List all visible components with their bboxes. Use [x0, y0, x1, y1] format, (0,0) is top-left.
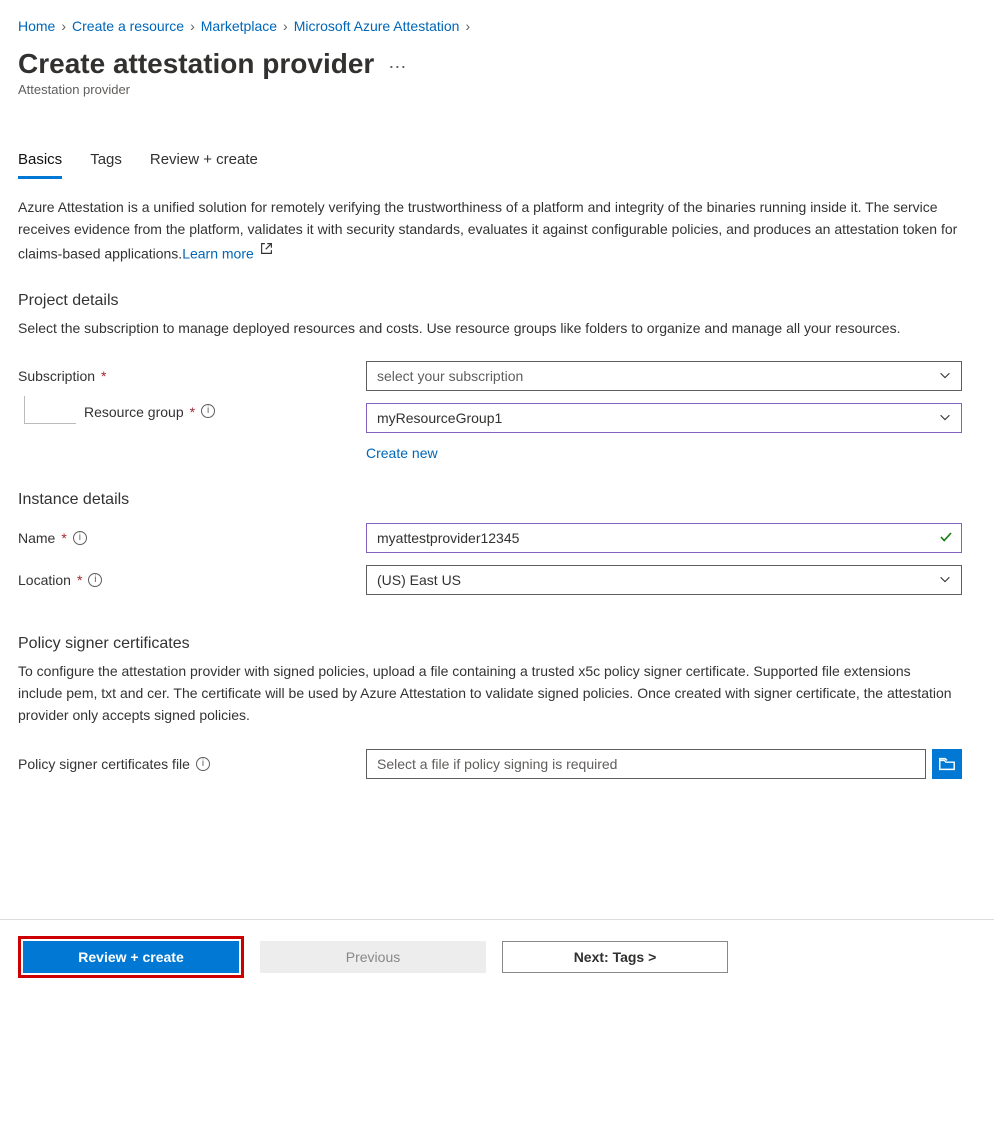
- intro-text: Azure Attestation is a unified solution …: [18, 197, 958, 266]
- folder-icon: [938, 755, 956, 773]
- name-input[interactable]: myattestprovider12345: [366, 523, 962, 553]
- tab-basics[interactable]: Basics: [18, 147, 62, 179]
- browse-file-button[interactable]: [932, 749, 962, 779]
- learn-more-link[interactable]: Learn more: [182, 246, 254, 262]
- info-icon[interactable]: i: [196, 757, 210, 771]
- resource-group-select[interactable]: myResourceGroup1: [366, 403, 962, 433]
- breadcrumb: Home › Create a resource › Marketplace ›…: [18, 18, 976, 34]
- info-icon[interactable]: i: [88, 573, 102, 587]
- required-icon: *: [77, 572, 82, 588]
- location-label: Location: [18, 572, 71, 588]
- tree-line-icon: [24, 396, 76, 424]
- section-desc-project: Select the subscription to manage deploy…: [18, 318, 958, 340]
- page-title: Create attestation provider: [18, 48, 374, 80]
- footer: Review + create Previous Next: Tags >: [0, 919, 994, 996]
- required-icon: *: [61, 530, 66, 546]
- required-icon: *: [101, 368, 106, 384]
- name-label: Name: [18, 530, 55, 546]
- subscription-select[interactable]: select your subscription: [366, 361, 962, 391]
- location-select[interactable]: (US) East US: [366, 565, 962, 595]
- info-icon[interactable]: i: [201, 404, 215, 418]
- section-desc-policy: To configure the attestation provider wi…: [18, 661, 958, 726]
- tab-review-create[interactable]: Review + create: [150, 147, 258, 179]
- resource-group-label: Resource group: [84, 404, 184, 420]
- create-new-rg-link[interactable]: Create new: [366, 445, 438, 461]
- breadcrumb-link-create-resource[interactable]: Create a resource: [72, 18, 184, 34]
- info-icon[interactable]: i: [73, 531, 87, 545]
- external-link-icon: [260, 240, 273, 262]
- highlight-box: Review + create: [18, 936, 244, 978]
- section-title-instance: Instance details: [18, 491, 976, 509]
- chevron-right-icon: ›: [465, 18, 470, 34]
- section-title-project: Project details: [18, 292, 976, 310]
- review-create-button[interactable]: Review + create: [23, 941, 239, 973]
- policy-file-input[interactable]: Select a file if policy signing is requi…: [366, 749, 926, 779]
- section-title-policy: Policy signer certificates: [18, 635, 976, 653]
- tab-tags[interactable]: Tags: [90, 147, 122, 179]
- check-icon: [938, 529, 954, 548]
- previous-button: Previous: [260, 941, 486, 973]
- breadcrumb-link-home[interactable]: Home: [18, 18, 55, 34]
- subscription-label: Subscription: [18, 368, 95, 384]
- next-tags-button[interactable]: Next: Tags >: [502, 941, 728, 973]
- page-subtitle: Attestation provider: [18, 82, 976, 97]
- policy-file-label: Policy signer certificates file: [18, 756, 190, 772]
- required-icon: *: [190, 404, 195, 420]
- chevron-right-icon: ›: [190, 18, 195, 34]
- tabs: Basics Tags Review + create: [18, 147, 976, 179]
- breadcrumb-link-marketplace[interactable]: Marketplace: [201, 18, 277, 34]
- more-actions-icon[interactable]: ⋯: [388, 57, 406, 78]
- breadcrumb-link-azure-attestation[interactable]: Microsoft Azure Attestation: [294, 18, 460, 34]
- chevron-right-icon: ›: [61, 18, 66, 34]
- chevron-right-icon: ›: [283, 18, 288, 34]
